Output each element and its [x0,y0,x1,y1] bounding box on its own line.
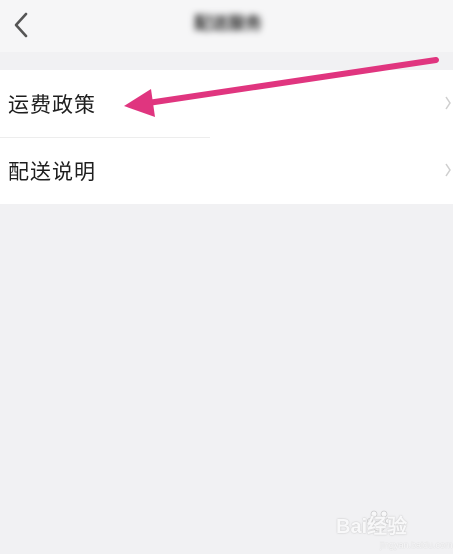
watermark-subtext: jingyan.baidu.com [380,540,453,550]
menu-item-label: 配送说明 [8,159,96,184]
watermark-text: Bai经验 [336,516,408,538]
chevron-left-icon [14,12,28,38]
menu-list: 运费政策 配送说明 [0,70,453,204]
menu-item-delivery-info[interactable]: 配送说明 [0,137,453,204]
page-title: 配送服务 [194,14,262,34]
back-button[interactable] [4,6,38,44]
chevron-right-icon [445,163,451,177]
watermark: Bai经验 jingyan.baidu.com [336,500,453,550]
menu-item-label: 运费政策 [8,92,96,117]
navigation-bar: 配送服务 [0,0,453,52]
section-gap [0,52,453,70]
chevron-right-icon [445,96,451,110]
menu-item-shipping-policy[interactable]: 运费政策 [0,70,453,137]
